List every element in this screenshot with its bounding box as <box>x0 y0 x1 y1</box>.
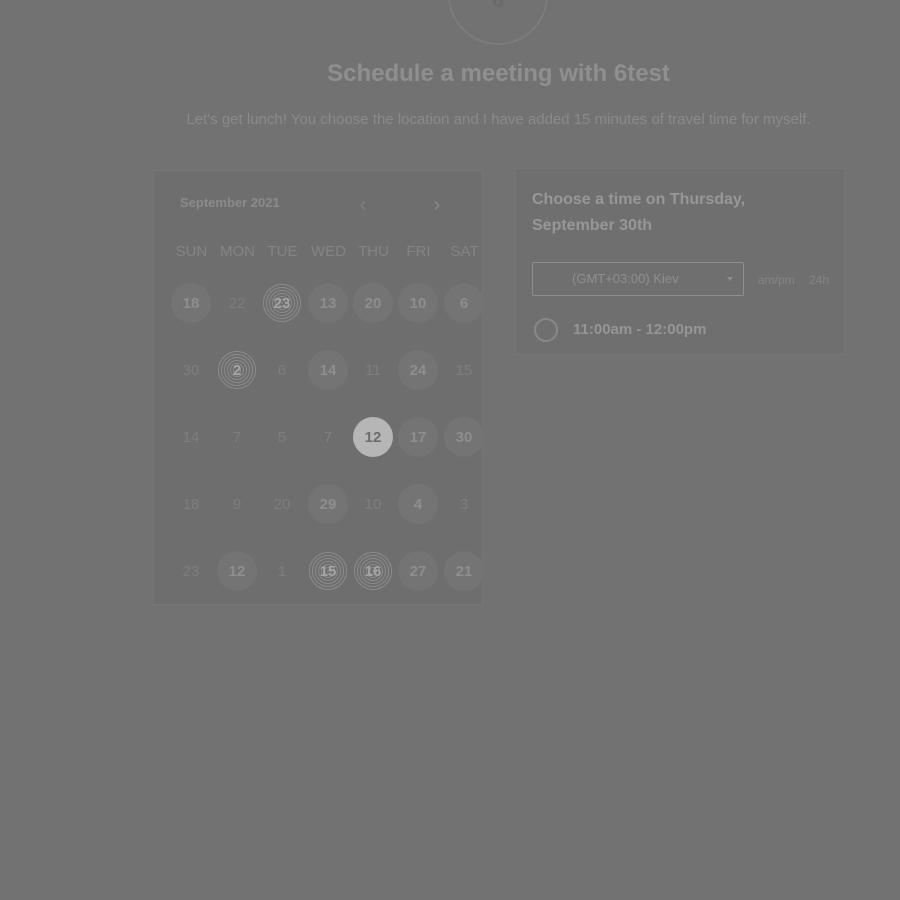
weekday-header: FRI <box>406 243 431 260</box>
page-title: Schedule a meeting with 6test <box>327 60 670 87</box>
calendar-day[interactable]: 12 <box>217 551 257 591</box>
calendar-day: 30 <box>182 361 200 379</box>
prev-month-button[interactable]: ‹ <box>350 193 376 217</box>
calendar-day[interactable]: 16 <box>353 551 393 591</box>
weekday-header: TUE <box>267 243 298 260</box>
radio-icon[interactable] <box>534 318 558 342</box>
calendar-day: 1 <box>277 562 287 580</box>
calendar-day[interactable]: 18 <box>171 283 211 323</box>
calendar-day: 18 <box>182 495 200 513</box>
calendar-day: 9 <box>232 495 242 513</box>
calendar-day[interactable]: 20 <box>353 283 393 323</box>
chevron-left-icon: ‹ <box>359 194 367 216</box>
calendar-day[interactable]: 27 <box>398 551 438 591</box>
time-selection-panel: Choose a time on Thursday, September 30t… <box>515 168 845 355</box>
time-panel-title: Choose a time on Thursday, September 30t… <box>532 191 746 234</box>
calendar-day[interactable]: 17 <box>398 417 438 457</box>
calendar-day[interactable]: 2 <box>217 350 257 390</box>
calendar-day[interactable]: 4 <box>398 484 438 524</box>
weekday-header: WED <box>311 243 346 260</box>
calendar-day[interactable]: 29 <box>308 484 348 524</box>
calendar-day[interactable]: 30 <box>444 417 484 457</box>
format-ampm-toggle[interactable]: am/pm <box>758 273 795 287</box>
weekday-header: THU <box>358 243 389 260</box>
calendar-day: 7 <box>232 428 242 446</box>
calendar-day: 5 <box>277 428 287 446</box>
calendar-day[interactable]: 24 <box>398 350 438 390</box>
next-month-button[interactable]: › <box>424 193 450 217</box>
calendar-day: 3 <box>459 495 469 513</box>
page-subtitle: Let's get lunch! You choose the location… <box>186 111 811 128</box>
calendar-day[interactable]: 14 <box>308 350 348 390</box>
host-avatar: 6 <box>448 0 548 45</box>
time-slot-option[interactable]: 11:00am - 12:00pm <box>534 317 824 343</box>
calendar-day: 23 <box>182 562 200 580</box>
avatar-initial: 6 <box>492 0 504 13</box>
timezone-value: (GMT+03:00) Kiev <box>572 271 679 286</box>
calendar-day: 10 <box>364 495 382 513</box>
calendar-day: 14 <box>182 428 200 446</box>
calendar: September 2021 ‹ › SUN MON TUE WED THU FRI SAT… <box>153 170 484 605</box>
timezone-select[interactable]: (GMT+03:00) Kiev <box>532 262 744 296</box>
calendar-day[interactable]: 23 <box>262 283 302 323</box>
calendar-day[interactable]: 6 <box>444 283 484 323</box>
caret-down-icon <box>727 277 733 281</box>
time-slot-label: 11:00am - 12:00pm <box>573 321 707 338</box>
calendar-day[interactable]: 10 <box>398 283 438 323</box>
weekday-header: MON <box>220 243 255 260</box>
weekday-header: SAT <box>450 243 479 260</box>
calendar-day: 15 <box>455 361 473 379</box>
calendar-day[interactable]: 15 <box>308 551 348 591</box>
format-24h-toggle[interactable]: 24h <box>809 273 829 287</box>
calendar-day: 7 <box>323 428 333 446</box>
calendar-day: 6 <box>277 361 287 379</box>
calendar-day: 20 <box>273 495 291 513</box>
calendar-month-label: September 2021 <box>180 195 280 210</box>
chevron-right-icon: › <box>433 194 441 216</box>
calendar-day-selected[interactable]: 12 <box>353 417 393 457</box>
calendar-day: 22 <box>228 294 246 312</box>
calendar-day[interactable]: 13 <box>308 283 348 323</box>
calendar-day: 11 <box>365 361 381 379</box>
weekday-header: SUN <box>175 243 208 260</box>
calendar-day[interactable]: 21 <box>444 551 484 591</box>
